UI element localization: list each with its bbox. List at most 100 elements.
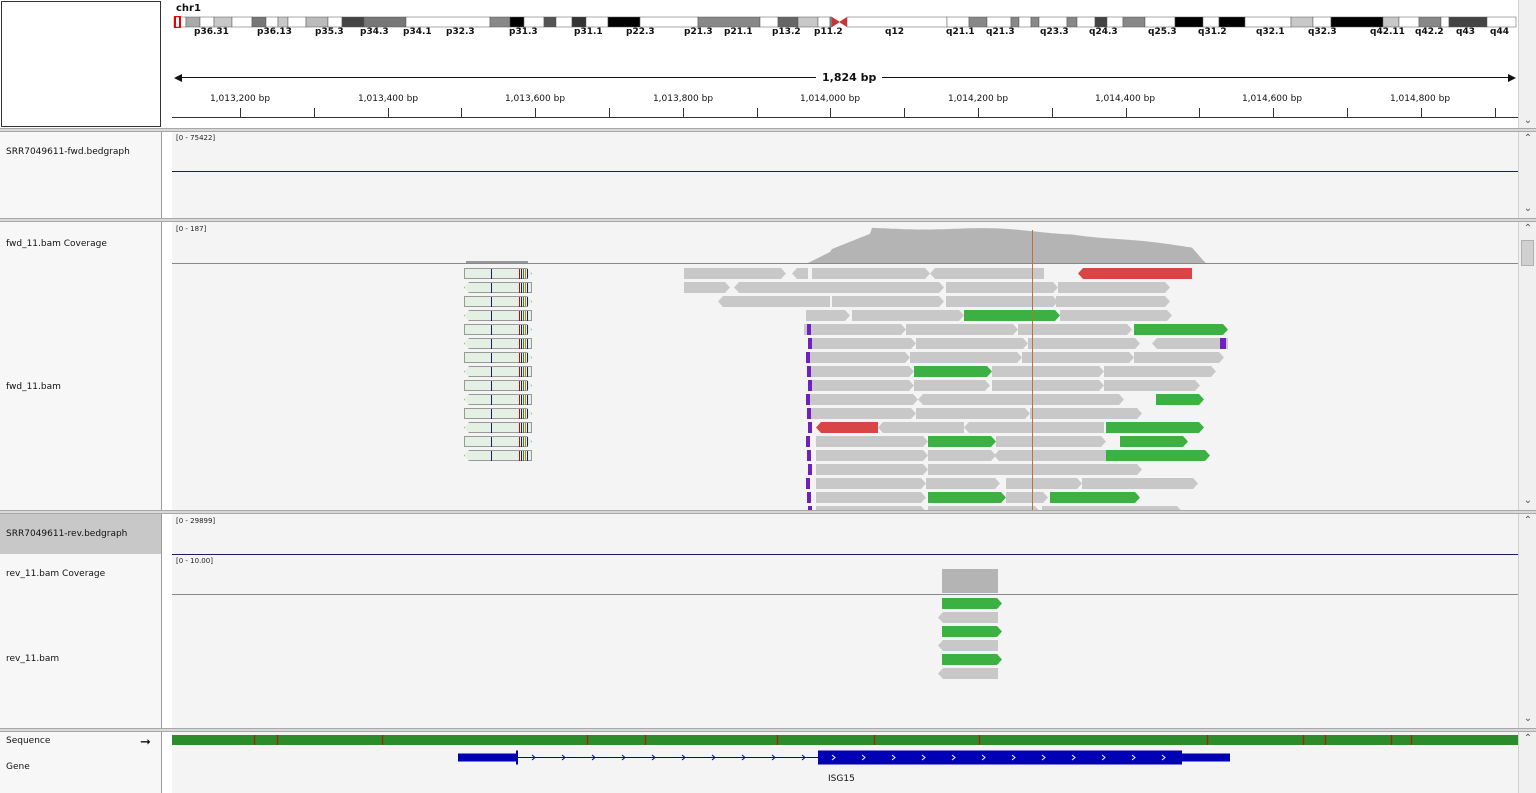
cytoband[interactable]	[1094, 16, 1108, 28]
gene-track-name[interactable]: Gene	[6, 762, 30, 772]
alignment-read[interactable]	[1082, 478, 1198, 489]
alignment-read[interactable]	[464, 352, 532, 363]
fwd-bedgraph-data[interactable]: [0 - 75422]	[172, 132, 1518, 218]
alignment-read[interactable]	[1106, 422, 1204, 433]
header-data-area[interactable]: chr1 p36.31 p36.13 p35.3 p34.3 p34.1 p32.3 p31…	[172, 0, 1518, 128]
rev-coverage-bar[interactable]	[942, 569, 998, 593]
chevron-down-icon[interactable]: ⌄	[1523, 496, 1533, 506]
cytoband[interactable]	[797, 16, 819, 28]
alignment-read[interactable]	[964, 310, 1060, 321]
cytoband[interactable]	[697, 16, 761, 28]
cytoband[interactable]	[759, 16, 779, 28]
alignment-read[interactable]	[928, 450, 996, 461]
chevron-up-icon[interactable]: ⌃	[1523, 734, 1533, 744]
chevron-up-icon[interactable]: ⌃	[1523, 224, 1533, 234]
cytoband[interactable]	[1038, 16, 1068, 28]
alignment-read[interactable]	[1018, 324, 1132, 335]
alignment-read[interactable]	[808, 366, 914, 377]
fwd-coverage-area[interactable]	[808, 227, 1218, 263]
cytoband[interactable]	[1290, 16, 1314, 28]
alignment-read[interactable]	[1030, 408, 1142, 419]
cytoband[interactable]	[571, 16, 587, 28]
chevron-up-icon[interactable]: ⌃	[1523, 134, 1533, 144]
cytoband[interactable]	[523, 16, 545, 28]
alignment-read[interactable]	[1104, 380, 1200, 391]
alignment-read[interactable]	[1152, 338, 1228, 349]
alignment-read[interactable]	[1106, 450, 1210, 461]
cytoband[interactable]	[287, 16, 307, 28]
alignment-read[interactable]	[718, 296, 830, 307]
feature-data[interactable]: ISG15	[172, 732, 1518, 793]
alignment-read[interactable]	[816, 422, 878, 433]
alignment-read[interactable]	[1006, 492, 1048, 503]
cytoband[interactable]	[777, 16, 799, 28]
cytoband[interactable]	[1174, 16, 1204, 28]
cytoband[interactable]	[555, 16, 573, 28]
alignment-read[interactable]	[852, 310, 964, 321]
cytoband[interactable]	[341, 16, 365, 28]
fwd-bedgraph-name-panel[interactable]: SRR7049611-fwd.bedgraph	[0, 132, 162, 218]
alignment-read[interactable]	[942, 598, 1002, 609]
alignment-read[interactable]	[792, 268, 808, 279]
rev-bam-track-name[interactable]: rev_11.bam	[6, 654, 59, 664]
rev-name-panel[interactable]: SRR7049611-rev.bedgraph rev_11.bam Cover…	[0, 514, 162, 728]
alignment-read[interactable]	[928, 464, 1040, 475]
chevron-down-icon[interactable]: ⌄	[1523, 714, 1533, 724]
alignment-read[interactable]	[464, 436, 532, 447]
cytoband[interactable]	[305, 16, 329, 28]
alignment-read[interactable]	[1156, 394, 1204, 405]
alignment-read[interactable]	[1050, 492, 1140, 503]
alignment-read[interactable]	[684, 282, 730, 293]
cytoband[interactable]	[1312, 16, 1332, 28]
gene-exon[interactable]	[818, 750, 1182, 765]
alignment-read[interactable]	[810, 380, 914, 391]
alignment-read[interactable]	[994, 450, 1106, 461]
alignment-read[interactable]	[1120, 436, 1188, 447]
alignment-read[interactable]	[930, 268, 1044, 279]
alignment-read[interactable]	[464, 394, 532, 405]
sequence-bar[interactable]	[172, 735, 1518, 745]
alignment-read[interactable]	[464, 324, 532, 335]
chevron-up-icon[interactable]: ⌃	[1523, 516, 1533, 526]
alignment-read[interactable]	[916, 408, 1030, 419]
rev-bedgraph-track-name[interactable]: SRR7049611-rev.bedgraph	[6, 529, 127, 539]
alignment-read[interactable]	[464, 408, 532, 419]
alignment-read[interactable]	[938, 668, 998, 679]
alignment-read[interactable]	[906, 324, 1018, 335]
alignment-read[interactable]	[1014, 394, 1124, 405]
alignment-read[interactable]	[1006, 478, 1082, 489]
alignment-read[interactable]	[916, 338, 1028, 349]
alignment-read[interactable]	[816, 464, 928, 475]
alignment-read[interactable]	[918, 394, 1014, 405]
alignment-read[interactable]	[808, 394, 918, 405]
alignment-read[interactable]	[1058, 282, 1170, 293]
rev-scrollbar[interactable]: ⌃ ⌄	[1518, 514, 1536, 728]
cytoband[interactable]	[199, 16, 215, 28]
alignment-read[interactable]	[942, 654, 1002, 665]
cytoband[interactable]	[1030, 16, 1040, 28]
fwd-bam-scrollbar[interactable]: ⌃ ⌄	[1518, 222, 1536, 510]
alignment-read[interactable]	[464, 282, 532, 293]
alignment-read[interactable]	[1060, 310, 1172, 321]
alignment-read[interactable]	[946, 296, 1058, 307]
cytoband[interactable]	[1418, 16, 1442, 28]
cytoband[interactable]	[1440, 16, 1450, 28]
alignment-read[interactable]	[1104, 366, 1216, 377]
alignment-read[interactable]	[964, 422, 1104, 433]
cytoband[interactable]	[543, 16, 557, 28]
alignment-read[interactable]	[816, 492, 926, 503]
alignment-read[interactable]	[942, 626, 1002, 637]
cytoband[interactable]	[1382, 16, 1400, 28]
rev-coverage-track-name[interactable]: rev_11.bam Coverage	[6, 569, 105, 579]
cytoband[interactable]	[639, 16, 699, 28]
cytoband[interactable]	[1330, 16, 1384, 28]
gene-exon[interactable]	[458, 753, 516, 762]
chevron-down-icon[interactable]: ⌄	[1523, 116, 1533, 126]
cytoband[interactable]	[817, 16, 831, 28]
cytoband[interactable]	[265, 16, 279, 28]
alignment-read[interactable]	[996, 436, 1106, 447]
alignment-read[interactable]	[1134, 352, 1224, 363]
cytoband[interactable]	[986, 16, 1012, 28]
alignment-read[interactable]	[946, 282, 1058, 293]
alignment-read[interactable]	[928, 492, 1006, 503]
